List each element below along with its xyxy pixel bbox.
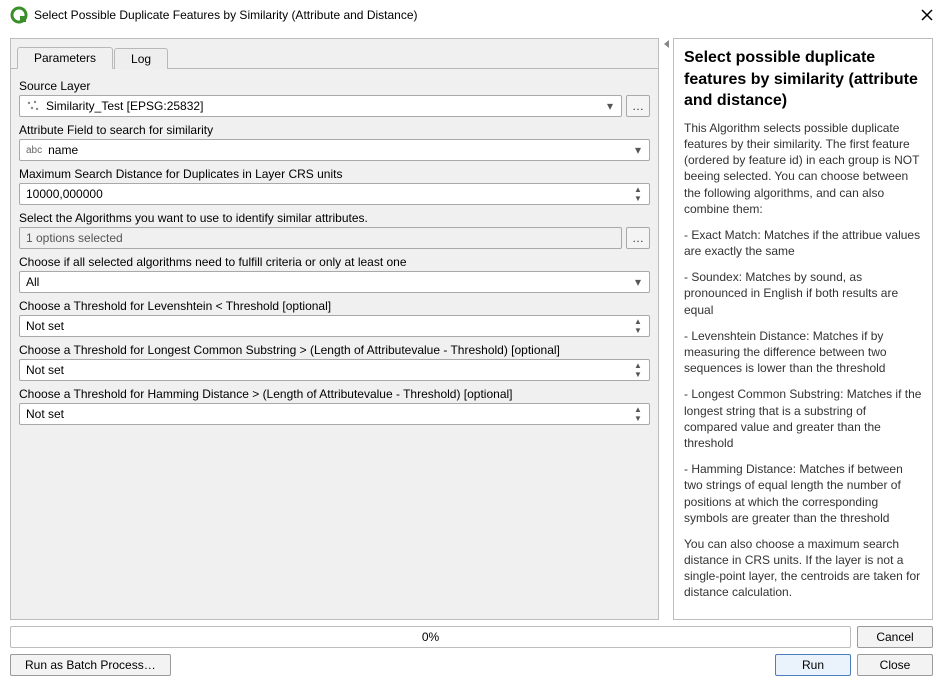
- fulfil-select[interactable]: All ▾: [19, 271, 650, 293]
- spin-buttons[interactable]: ▲ ▼: [629, 317, 647, 335]
- algo-select[interactable]: 1 options selected: [19, 227, 622, 249]
- max-dist-value: 10000,000000: [26, 187, 103, 201]
- help-pane: Select possible duplicate features by si…: [673, 38, 933, 620]
- source-layer-select[interactable]: Similarity_Test [EPSG:25832] ▾: [19, 95, 622, 117]
- spin-buttons[interactable]: ▲ ▼: [629, 361, 647, 379]
- spin-down-icon[interactable]: ▼: [629, 326, 647, 335]
- close-button[interactable]: Close: [857, 654, 933, 676]
- lcs-label: Choose a Threshold for Longest Common Su…: [19, 343, 650, 357]
- spin-up-icon[interactable]: ▲: [629, 361, 647, 370]
- help-paragraph: - Hamming Distance: Matches if between t…: [684, 461, 922, 526]
- source-layer-more-button[interactable]: …: [626, 95, 650, 117]
- fulfil-value: All: [26, 275, 39, 289]
- lev-value: Not set: [26, 319, 64, 333]
- spin-down-icon[interactable]: ▼: [629, 194, 647, 203]
- tab-log[interactable]: Log: [114, 48, 168, 69]
- algo-value: 1 options selected: [26, 231, 123, 245]
- source-layer-value: Similarity_Test [EPSG:25832]: [46, 99, 203, 113]
- help-paragraph: - Levenshtein Distance: Matches if by me…: [684, 328, 922, 377]
- spin-down-icon[interactable]: ▼: [629, 370, 647, 379]
- progress-bar: 0%: [10, 626, 851, 648]
- progress-text: 0%: [422, 630, 439, 644]
- form: Source Layer Similarity_Test [EPSG:25832…: [11, 69, 658, 619]
- source-layer-label: Source Layer: [19, 79, 650, 93]
- panes: Parameters Log Source Layer: [10, 38, 933, 620]
- chevron-down-icon: ▾: [601, 97, 619, 115]
- max-dist-label: Maximum Search Distance for Duplicates i…: [19, 167, 650, 181]
- bottom-area: 0% Cancel Run as Batch Process… Run Clos…: [10, 626, 933, 676]
- window-title: Select Possible Duplicate Features by Si…: [34, 8, 919, 22]
- lcs-value: Not set: [26, 363, 64, 377]
- cancel-button[interactable]: Cancel: [857, 626, 933, 648]
- ham-value: Not set: [26, 407, 64, 421]
- run-button[interactable]: Run: [775, 654, 851, 676]
- batch-button[interactable]: Run as Batch Process…: [10, 654, 171, 676]
- max-dist-input[interactable]: 10000,000000 ▲ ▼: [19, 183, 650, 205]
- spin-down-icon[interactable]: ▼: [629, 414, 647, 423]
- lcs-input[interactable]: Not set ▲ ▼: [19, 359, 650, 381]
- help-title: Select possible duplicate features by si…: [684, 47, 922, 112]
- spin-up-icon[interactable]: ▲: [629, 317, 647, 326]
- tab-parameters[interactable]: Parameters: [17, 47, 113, 69]
- spin-up-icon[interactable]: ▲: [629, 405, 647, 414]
- help-paragraph: This Algorithm selects possible duplicat…: [684, 120, 922, 217]
- algo-more-button[interactable]: …: [626, 227, 650, 249]
- help-paragraph: - Soundex: Matches by sound, as pronounc…: [684, 269, 922, 318]
- attr-field-select[interactable]: abc name ▾: [19, 139, 650, 161]
- spin-buttons[interactable]: ▲ ▼: [629, 185, 647, 203]
- chevron-down-icon: ▾: [629, 273, 647, 291]
- titlebar: Select Possible Duplicate Features by Si…: [0, 0, 943, 30]
- chevron-down-icon: ▾: [629, 141, 647, 159]
- spin-buttons[interactable]: ▲ ▼: [629, 405, 647, 423]
- algo-label: Select the Algorithms you want to use to…: [19, 211, 650, 225]
- lev-input[interactable]: Not set ▲ ▼: [19, 315, 650, 337]
- lev-label: Choose a Threshold for Levenshtein < Thr…: [19, 299, 650, 313]
- tabs: Parameters Log: [11, 45, 658, 69]
- attr-field-value: name: [48, 143, 78, 157]
- splitter[interactable]: [663, 38, 669, 620]
- attr-field-label: Attribute Field to search for similarity: [19, 123, 650, 137]
- text-field-icon: abc: [26, 145, 42, 156]
- collapse-left-icon: [664, 40, 669, 48]
- point-layer-icon: [26, 99, 40, 113]
- content: Parameters Log Source Layer: [0, 30, 943, 684]
- ham-input[interactable]: Not set ▲ ▼: [19, 403, 650, 425]
- parameters-pane: Parameters Log Source Layer: [10, 38, 659, 620]
- help-paragraph: - Longest Common Substring: Matches if t…: [684, 386, 922, 451]
- help-paragraph: - Exact Match: Matches if the attribue v…: [684, 227, 922, 259]
- ham-label: Choose a Threshold for Hamming Distance …: [19, 387, 650, 401]
- spin-up-icon[interactable]: ▲: [629, 185, 647, 194]
- qgis-icon: [10, 6, 28, 24]
- fulfil-label: Choose if all selected algorithms need t…: [19, 255, 650, 269]
- close-icon[interactable]: [919, 7, 935, 23]
